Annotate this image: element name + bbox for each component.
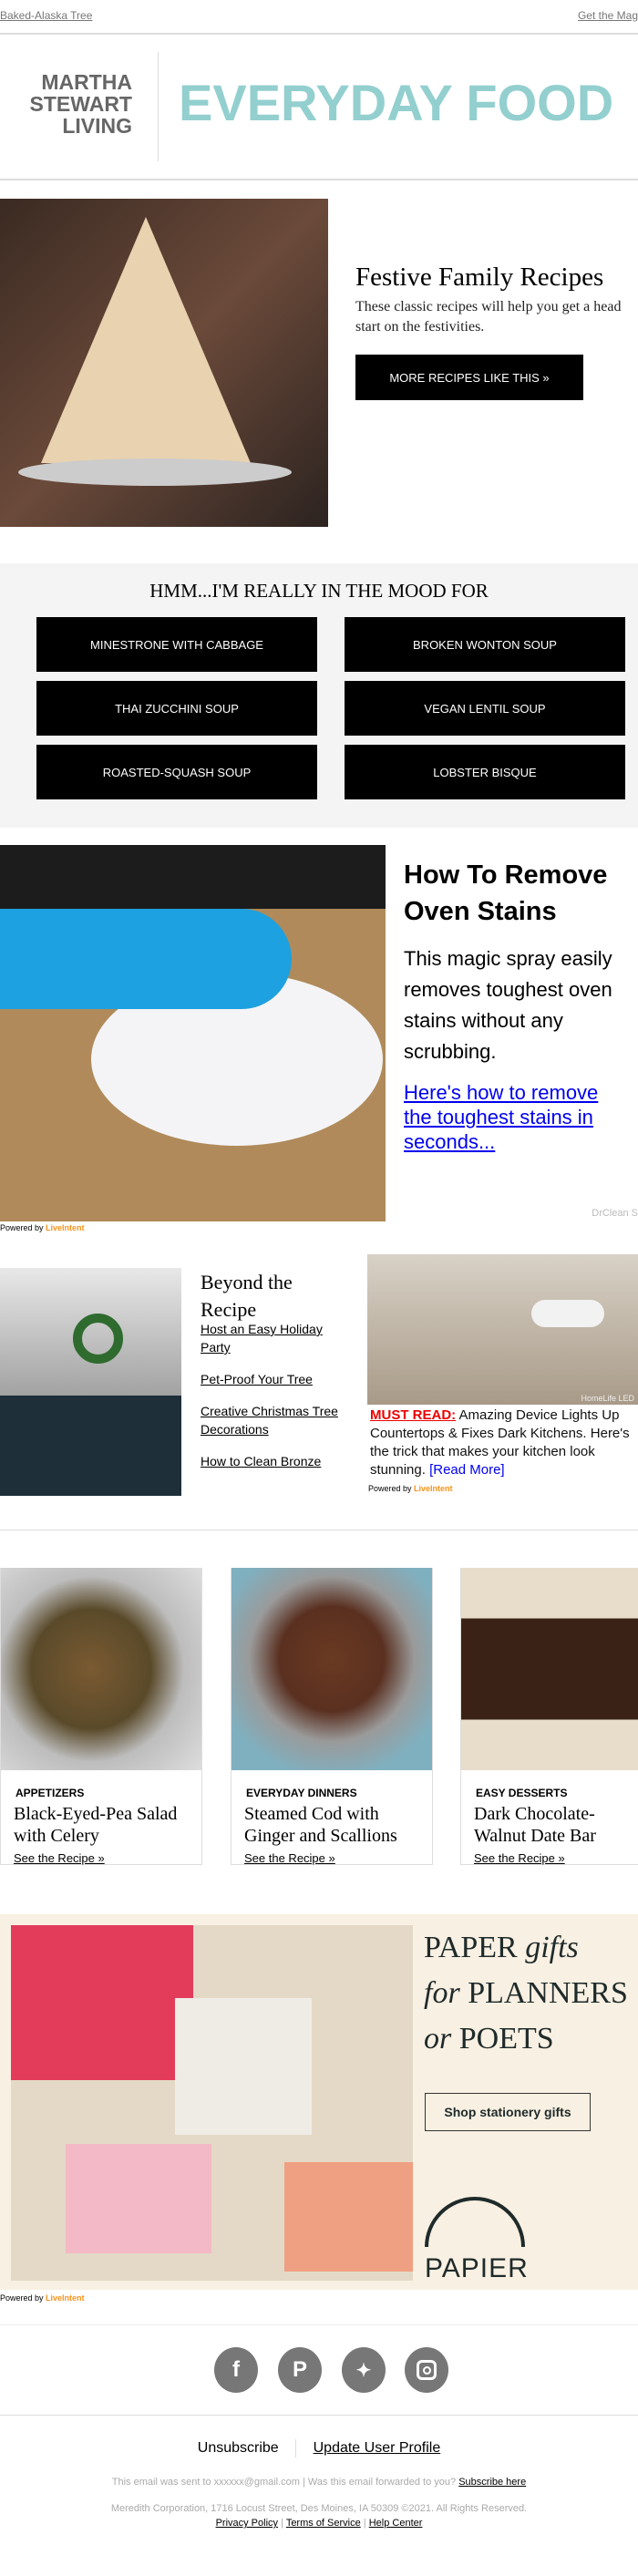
footer-legal: Privacy Policy | Terms of Service | Help… (215, 2518, 423, 2529)
ad-headline: PAPER gifts for PLANNERS or POETS (424, 1925, 638, 2062)
recipe-card[interactable]: EVERYDAY DINNERS Steamed Cod with Ginger… (231, 1568, 433, 1865)
brand-line: STEWART (29, 92, 132, 116)
footer-links: Unsubscribe Update User Profile (0, 2439, 638, 2458)
beyond-link[interactable]: Host an Easy Holiday Party (201, 1320, 346, 1356)
divider (0, 179, 638, 180)
privacy-link[interactable]: Privacy Policy (216, 2518, 278, 2529)
beyond-link[interactable]: Creative Christmas Tree Decorations (201, 1402, 346, 1438)
read-more-link[interactable]: [Read More] (429, 1462, 505, 1478)
hero-text: These classic recipes will help you get … (355, 299, 622, 335)
liveintent-logo: LiveIntent (46, 2293, 85, 2303)
more-recipes-button[interactable]: MORE RECIPES LIKE THIS » (355, 355, 583, 400)
headline-text: or (424, 2022, 452, 2056)
mood-button[interactable]: MINESTRONE WITH CABBAGE (36, 617, 317, 672)
mood-button[interactable]: LOBSTER BISQUE (345, 745, 625, 799)
recipe-image[interactable] (232, 1568, 432, 1770)
ad-image-gifts[interactable] (11, 1925, 413, 2281)
brand-line: LIVING (62, 114, 132, 138)
powered-by-liveintent[interactable]: Powered by LiveIntent (0, 1223, 85, 1232)
twitter-icon[interactable]: ✦ (342, 2347, 386, 2393)
see-recipe-link[interactable]: See the Recipe » (244, 1851, 335, 1865)
recipe-image[interactable] (1, 1568, 201, 1770)
subscribe-link[interactable]: Subscribe here (458, 2477, 526, 2488)
recipe-card[interactable]: APPETIZERS Black-Eyed-Pea Salad with Cel… (0, 1568, 202, 1865)
ad-body: This magic spray easily removes toughest… (404, 947, 612, 1063)
must-read-label: MUST READ: (370, 1407, 457, 1423)
recipe-image[interactable] (461, 1568, 638, 1770)
ad-watermark: HomeLife LED (581, 1394, 634, 1403)
sent-text: This email was sent to xxxxxx@gmail.com … (111, 2477, 457, 2488)
headline-text: POETS (458, 2022, 554, 2056)
divider (0, 33, 638, 35)
facebook-icon[interactable]: f (214, 2347, 258, 2393)
beyond-image-party[interactable] (0, 1268, 181, 1496)
ad-sponsor: DrClean S (592, 1208, 638, 1219)
divider (158, 52, 159, 161)
mood-button[interactable]: THAI ZUCCHINI SOUP (36, 681, 317, 736)
ad-body[interactable]: MUST READ: Amazing Device Lights Up Coun… (370, 1406, 638, 1479)
beyond-title: Beyond the Recipe (201, 1271, 293, 1321)
unsubscribe-link[interactable]: Unsubscribe (198, 2440, 279, 2456)
powered-label: Powered by (0, 1223, 44, 1232)
update-profile-link[interactable]: Update User Profile (314, 2440, 441, 2456)
brand-line: MARTHA (41, 70, 132, 94)
mood-button[interactable]: ROASTED-SQUASH SOUP (36, 745, 317, 799)
top-link-get-the-mag[interactable]: Get the Mag (578, 9, 638, 22)
ad-image-led[interactable]: HomeLife LED (367, 1254, 638, 1405)
liveintent-logo: LiveIntent (46, 1223, 85, 1232)
terms-link[interactable]: Terms of Service (286, 2518, 361, 2529)
see-recipe-link[interactable]: See the Recipe » (14, 1851, 105, 1865)
headline-text: PLANNERS (468, 1976, 628, 2010)
beyond-link[interactable]: How to Clean Bronze (201, 1452, 346, 1470)
help-link[interactable]: Help Center (369, 2518, 423, 2529)
top-link-baked-alaska[interactable]: Baked-Alaska Tree (0, 9, 92, 22)
powered-label: Powered by (368, 1484, 412, 1493)
pinterest-icon[interactable]: P (278, 2347, 322, 2393)
recipe-title[interactable]: Steamed Cod with Ginger and Scallions (244, 1803, 427, 1847)
divider (0, 2324, 638, 2325)
liveintent-logo: LiveIntent (414, 1484, 453, 1493)
ad-link[interactable]: Here's how to remove the toughest stains… (404, 1080, 613, 1154)
powered-label: Powered by (0, 2293, 44, 2303)
mood-title: HMM...I'M REALLY IN THE MOOD FOR (149, 580, 489, 602)
headline-text: PAPER (424, 1931, 518, 1964)
see-recipe-link[interactable]: See the Recipe » (474, 1851, 565, 1865)
shop-stationery-button[interactable]: Shop stationery gifts (425, 2093, 591, 2131)
hero-title: Festive Family Recipes (355, 263, 604, 292)
divider (295, 2439, 297, 2458)
footer-sent: This email was sent to xxxxxx@gmail.com … (0, 2477, 638, 2488)
recipe-title[interactable]: Black-Eyed-Pea Salad with Celery (14, 1803, 196, 1847)
hero-image-baked-alaska[interactable] (0, 199, 328, 527)
ad-title[interactable]: How To Remove Oven Stains (404, 857, 638, 930)
ad-image-oven[interactable] (0, 845, 386, 1221)
powered-by-liveintent[interactable]: Powered by LiveIntent (0, 2293, 85, 2303)
powered-by-liveintent[interactable]: Powered by LiveIntent (368, 1484, 453, 1493)
martha-stewart-logo[interactable]: MARTHA STEWART LIVING (18, 71, 132, 137)
recipe-category: APPETIZERS (15, 1787, 85, 1799)
beyond-link[interactable]: Pet-Proof Your Tree (201, 1370, 346, 1388)
everyday-food-logo[interactable]: EVERYDAY FOOD (179, 77, 613, 129)
recipe-category: EVERYDAY DINNERS (246, 1787, 357, 1799)
mood-button[interactable]: VEGAN LENTIL SOUP (345, 681, 625, 736)
divider (0, 2415, 638, 2416)
mood-button[interactable]: BROKEN WONTON SOUP (345, 617, 625, 672)
recipe-title[interactable]: Dark Chocolate-Walnut Date Bar (474, 1803, 633, 1847)
papier-logo: PAPIER (425, 2253, 529, 2283)
recipe-category: EASY DESSERTS (476, 1787, 568, 1799)
footer-address: Meredith Corporation, 1716 Locust Street… (110, 2503, 528, 2514)
headline-text: gifts (525, 1931, 579, 1964)
recipe-card[interactable]: EASY DESSERTS Dark Chocolate-Walnut Date… (460, 1568, 638, 1865)
headline-text: for (424, 1976, 460, 2010)
instagram-icon[interactable] (405, 2347, 448, 2393)
